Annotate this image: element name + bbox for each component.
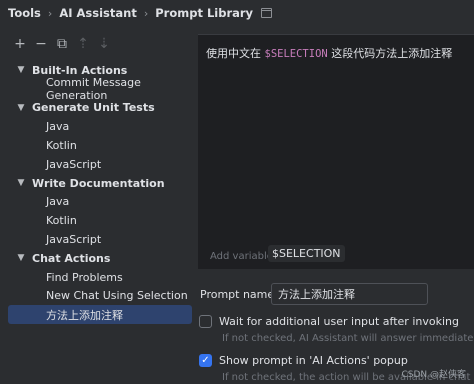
breadcrumb-tools[interactable]: Tools (8, 6, 41, 20)
tree-item[interactable]: Kotlin (8, 211, 192, 230)
show-in-popup-checkbox[interactable]: ✓ (199, 354, 212, 367)
watermark: CSDN @赵侠客 (401, 370, 466, 380)
prompt-text-before: 使用中文在 (206, 47, 261, 60)
group-label: Generate Unit Tests (32, 101, 155, 115)
tree-item[interactable]: New Chat Using Selection (8, 287, 192, 306)
prompt-text[interactable]: 使用中文在 $SELECTION 这段代码方法上添加注释 (206, 45, 452, 61)
wait-for-input-label[interactable]: Wait for additional user input after inv… (219, 315, 459, 328)
prompt-variable: $SELECTION (264, 48, 328, 60)
tree-item-selected[interactable]: 方法上添加注释 (8, 305, 192, 325)
prompt-list-panel: + − ⧉ ⇡ ⇣ ▼ Built-In Actions Commit Mess… (8, 33, 192, 384)
tree-item[interactable]: Find Problems (8, 268, 192, 287)
list-toolbar: + − ⧉ ⇡ ⇣ (8, 33, 192, 55)
breadcrumb-separator-icon: › (143, 6, 149, 20)
prompt-name-input[interactable] (271, 283, 428, 305)
chevron-down-icon[interactable]: ▼ (16, 65, 26, 75)
tree-item[interactable]: Java (8, 117, 192, 136)
add-icon[interactable]: + (12, 36, 28, 52)
tree-item[interactable]: Java (8, 193, 192, 212)
group-label: Built-In Actions (32, 63, 128, 77)
tree-group-generate-unit-tests[interactable]: ▼ Generate Unit Tests (8, 99, 192, 118)
copy-icon[interactable]: ⧉ (54, 36, 70, 52)
prompt-name-label: Prompt name: (200, 288, 278, 301)
show-in-popup-label[interactable]: Show prompt in 'AI Actions' popup (219, 354, 408, 367)
tree-item[interactable]: Kotlin (8, 136, 192, 155)
chevron-down-icon[interactable]: ▼ (16, 253, 26, 263)
remove-icon[interactable]: − (33, 36, 49, 52)
add-variable-label: Add variable: (210, 251, 277, 262)
tree-group-write-documentation[interactable]: ▼ Write Documentation (8, 174, 192, 193)
tree-group-chat-actions[interactable]: ▼ Chat Actions (8, 249, 192, 268)
tree-item[interactable]: JavaScript (8, 155, 192, 174)
breadcrumb-ai-assistant[interactable]: AI Assistant (59, 6, 137, 20)
tree-item[interactable]: JavaScript (8, 230, 192, 249)
breadcrumb-prompt-library: Prompt Library (155, 6, 254, 20)
move-up-icon[interactable]: ⇡ (75, 36, 91, 52)
prompt-text-after: 这段代码方法上添加注释 (331, 47, 453, 60)
chevron-down-icon[interactable]: ▼ (16, 103, 26, 113)
tree-item[interactable]: Commit Message Generation (8, 76, 192, 102)
chevron-down-icon[interactable]: ▼ (16, 178, 26, 188)
group-label: Write Documentation (32, 176, 165, 190)
prompt-tree: ▼ Built-In Actions Commit Message Genera… (8, 61, 192, 325)
group-label: Chat Actions (32, 251, 111, 265)
checkmark-icon: ✓ (201, 355, 210, 366)
add-variable-selection-button[interactable]: $SELECTION (268, 245, 345, 262)
window-icon[interactable] (261, 8, 273, 18)
prompt-editor[interactable]: 使用中文在 $SELECTION 这段代码方法上添加注释 Add variabl… (198, 34, 474, 269)
wait-for-input-checkbox[interactable] (199, 315, 212, 328)
move-down-icon[interactable]: ⇣ (96, 36, 112, 52)
breadcrumb: Tools › AI Assistant › Prompt Library (0, 0, 474, 26)
wait-for-input-hint: If not checked, AI Assistant will answer… (222, 333, 474, 344)
breadcrumb-separator-icon: › (47, 6, 53, 20)
